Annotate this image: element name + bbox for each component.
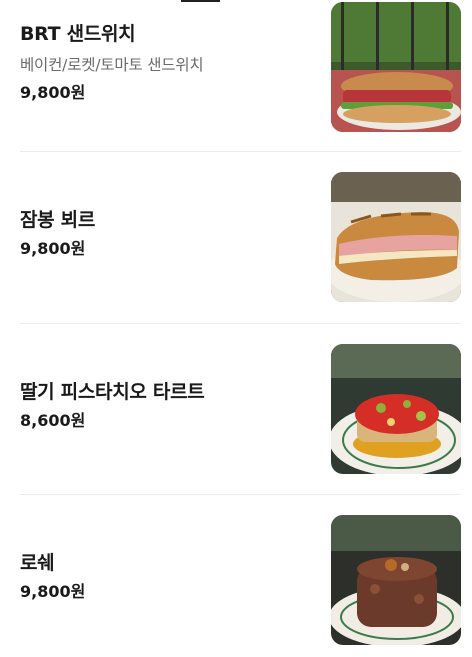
menu-item-price: 9,800원	[20, 83, 86, 102]
menu-item-info: 딸기 피스타치오 타르트 8,600원	[20, 380, 320, 432]
menu-item-price: 8,600원	[20, 411, 86, 430]
menu-item-info: 로쉐 9,800원	[20, 551, 320, 603]
menu-item-name: 딸기 피스타치오 타르트	[20, 381, 205, 403]
menu-item[interactable]: 로쉐 9,800원	[20, 515, 461, 645]
divider	[20, 323, 461, 324]
menu-item-name: 잠봉 뵈르	[20, 209, 96, 231]
menu-item-name: 로쉐	[20, 552, 55, 574]
menu-item[interactable]: 잠봉 뵈르 9,800원	[20, 172, 461, 302]
menu-item-price: 9,800원	[20, 582, 86, 601]
menu-item-price: 9,800원	[20, 239, 86, 258]
divider	[20, 151, 461, 152]
menu-item-image[interactable]	[331, 2, 461, 132]
menu-item-image[interactable]	[331, 172, 461, 302]
menu-item[interactable]: 딸기 피스타치오 타르트 8,600원	[20, 344, 461, 474]
menu-item-info: 잠봉 뵈르 9,800원	[20, 208, 320, 260]
menu-item-description: 베이컨/로켓/토마토 샌드위치	[20, 56, 204, 74]
menu-item[interactable]: BRT 샌드위치 베이컨/로켓/토마토 샌드위치 9,800원	[20, 2, 461, 132]
divider	[20, 494, 461, 495]
menu-item-image[interactable]	[331, 515, 461, 645]
menu-item-name: BRT 샌드위치	[20, 23, 136, 45]
menu-item-image[interactable]	[331, 344, 461, 474]
menu-item-info: BRT 샌드위치 베이컨/로켓/토마토 샌드위치 9,800원	[20, 22, 320, 104]
